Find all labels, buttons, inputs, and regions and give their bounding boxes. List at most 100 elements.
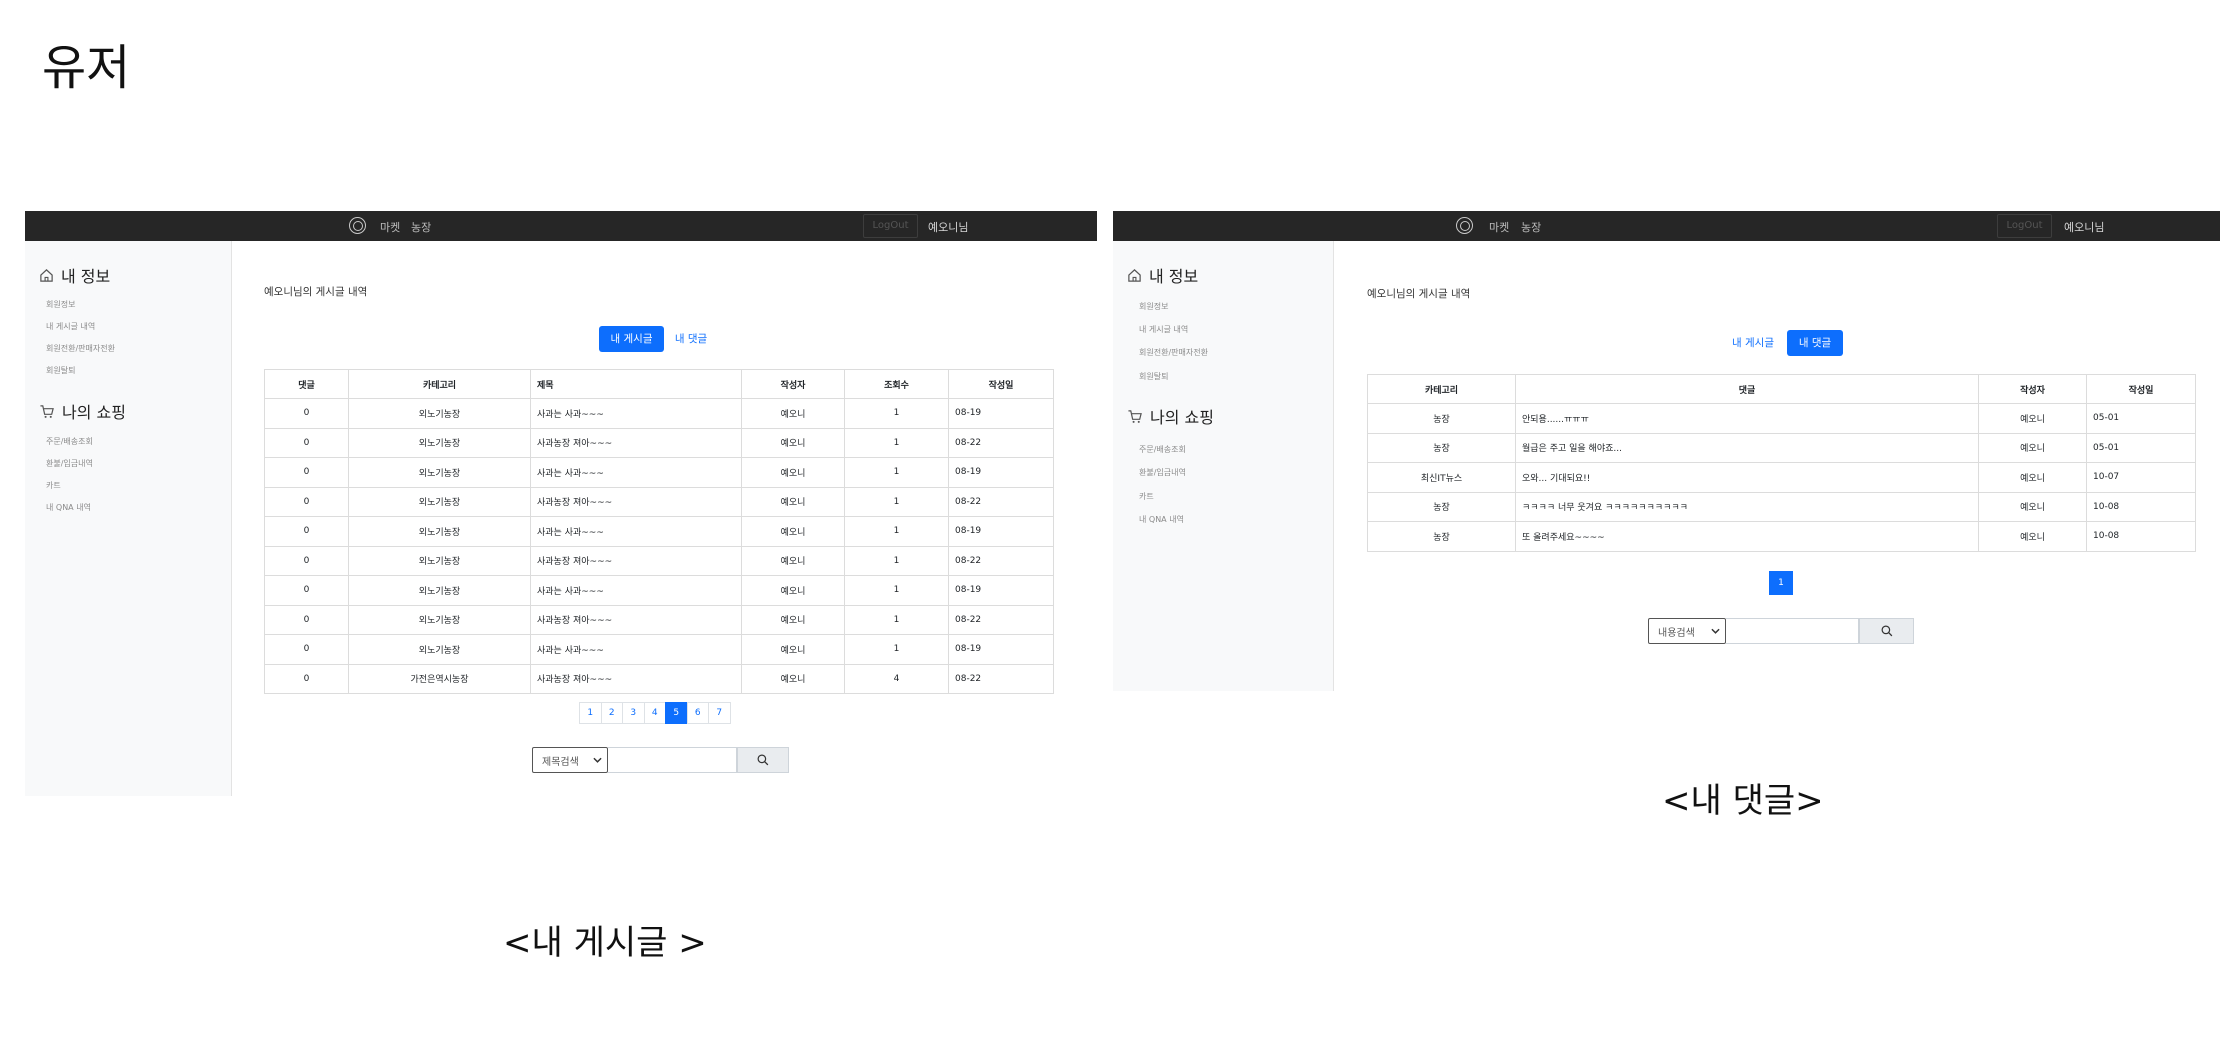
page-link-1-current[interactable]: 1 <box>1769 571 1793 595</box>
table-row[interactable]: 0 외노기농장 사과는 사과~~~ 예오니 1 08-19 <box>264 516 1054 547</box>
comment-count: 0 <box>264 457 349 488</box>
post-title-link[interactable]: 사과농장 져아~~~ <box>530 604 742 635</box>
post-title-link[interactable]: 사과는 사과~~~ <box>530 575 742 606</box>
search-input[interactable] <box>1726 618 1859 644</box>
logout-button[interactable]: LogOut <box>863 214 918 238</box>
page-link-6[interactable]: 6 <box>686 702 709 724</box>
sidebar-item-qna[interactable]: 내 QNA 내역 <box>46 502 91 513</box>
table-row[interactable]: 최신IT뉴스 오와... 기대되요!! 예오니 10-07 <box>1367 462 2196 493</box>
sidebar-item-refunds[interactable]: 환불/입금내역 <box>1139 467 1186 478</box>
aperture-icon[interactable] <box>1456 217 1473 234</box>
post-title-link[interactable]: 사과는 사과~~~ <box>530 516 742 547</box>
sidebar-item-withdraw[interactable]: 회원탈퇴 <box>46 365 75 376</box>
date-cell: 05-01 <box>2086 403 2196 434</box>
page-link-3[interactable]: 3 <box>622 702 645 724</box>
cart-icon <box>1128 409 1142 423</box>
comment-link[interactable]: 월급은 주고 일을 해야죠... <box>1515 432 1979 463</box>
sidebar-item-member-info[interactable]: 회원정보 <box>1139 301 1168 312</box>
sidebar-item-member-info[interactable]: 회원정보 <box>46 299 75 310</box>
table-row[interactable]: 농장 월급은 주고 일을 해야죠... 예오니 05-01 <box>1367 432 2196 463</box>
sidebar-item-member-switch[interactable]: 회원전환/판매자전환 <box>46 343 115 354</box>
view-count: 1 <box>844 604 949 635</box>
author-cell: 예오니 <box>1978 462 2087 493</box>
search-button[interactable] <box>737 747 789 773</box>
column-header[interactable]: 카테고리 <box>348 369 531 399</box>
logout-button[interactable]: LogOut <box>1997 214 2052 238</box>
sidebar-item-qna[interactable]: 내 QNA 내역 <box>1139 514 1184 525</box>
nav-link-market[interactable]: 마켓 <box>380 219 400 235</box>
post-title-link[interactable]: 사과농장 져아~~~ <box>530 427 742 458</box>
column-header[interactable]: 작성자 <box>741 369 845 399</box>
nav-user-name[interactable]: 예오니님 <box>2064 219 2104 235</box>
sidebar-item-refunds[interactable]: 환불/입금내역 <box>46 458 93 469</box>
sidebar-item-cart[interactable]: 카트 <box>1139 491 1154 502</box>
comment-link[interactable]: ㅋㅋㅋㅋ 너무 웃겨요 ㅋㅋㅋㅋㅋㅋㅋㅋㅋㅋ <box>1515 491 1979 522</box>
sidebar-item-orders[interactable]: 주문/배송조회 <box>1139 444 1186 455</box>
aperture-icon[interactable] <box>349 217 366 234</box>
sidebar-item-cart[interactable]: 카트 <box>46 480 61 491</box>
category-cell: 외노기농장 <box>348 398 531 429</box>
table-row[interactable]: 0 외노기농장 사과는 사과~~~ 예오니 1 08-19 <box>264 634 1054 665</box>
column-header[interactable]: 작성일 <box>2086 374 2196 404</box>
table-row[interactable]: 0 외노기농장 사과농장 져아~~~ 예오니 1 08-22 <box>264 427 1054 458</box>
sidebar-item-member-switch[interactable]: 회원전환/판매자전환 <box>1139 347 1208 358</box>
sidebar-item-orders[interactable]: 주문/배송조회 <box>46 436 93 447</box>
column-header[interactable]: 작성일 <box>948 369 1054 399</box>
table-row[interactable]: 0 가전은역시농장 사과농장 져아~~~ 예오니 4 08-22 <box>264 663 1054 694</box>
date-cell: 08-19 <box>948 516 1054 547</box>
column-header[interactable]: 조회수 <box>844 369 949 399</box>
post-title-link[interactable]: 사과는 사과~~~ <box>530 634 742 665</box>
table-row[interactable]: 농장 또 올려주세요~~~~ 예오니 10-08 <box>1367 521 2196 552</box>
sidebar-item-withdraw[interactable]: 회원탈퇴 <box>1139 371 1168 382</box>
table-row[interactable]: 0 외노기농장 사과는 사과~~~ 예오니 1 08-19 <box>264 457 1054 488</box>
search-button[interactable] <box>1859 618 1914 644</box>
date-cell: 05-01 <box>2086 432 2196 463</box>
page-link-4[interactable]: 4 <box>643 702 666 724</box>
table-row[interactable]: 0 외노기농장 사과농장 져아~~~ 예오니 1 08-22 <box>264 486 1054 517</box>
comment-link[interactable]: 또 올려주세요~~~~ <box>1515 521 1979 552</box>
tab-my-comments[interactable]: 내 댓글 <box>666 326 716 352</box>
page-link-1[interactable]: 1 <box>579 702 602 724</box>
column-header[interactable]: 작성자 <box>1978 374 2087 404</box>
nav-link-farm[interactable]: 농장 <box>1521 219 1541 235</box>
search-input[interactable] <box>608 747 737 773</box>
tab-my-comments[interactable]: 내 댓글 <box>1787 330 1843 356</box>
view-count: 4 <box>844 663 949 694</box>
column-header[interactable]: 댓글 <box>264 369 349 399</box>
page-link-7[interactable]: 7 <box>708 702 731 724</box>
column-header[interactable]: 제목 <box>530 369 742 399</box>
table-row[interactable]: 0 외노기농장 사과는 사과~~~ 예오니 1 08-19 <box>264 398 1054 429</box>
post-title-link[interactable]: 사과농장 져아~~~ <box>530 663 742 694</box>
table-row[interactable]: 0 외노기농장 사과농장 져아~~~ 예오니 1 08-22 <box>264 604 1054 635</box>
my-info-title: 내 정보 <box>1149 267 1199 286</box>
nav-user-name[interactable]: 예오니님 <box>928 219 968 235</box>
comment-link[interactable]: 오와... 기대되요!! <box>1515 462 1979 493</box>
tab-my-posts[interactable]: 내 게시글 <box>599 326 664 352</box>
post-title-link[interactable]: 사과는 사과~~~ <box>530 457 742 488</box>
nav-link-market[interactable]: 마켓 <box>1489 219 1509 235</box>
date-cell: 08-19 <box>948 634 1054 665</box>
tab-my-posts[interactable]: 내 게시글 <box>1727 330 1779 356</box>
post-title-link[interactable]: 사과는 사과~~~ <box>530 398 742 429</box>
my-shopping-title: 나의 쇼핑 <box>1150 408 1214 427</box>
table-row[interactable]: 농장 ㅋㅋㅋㅋ 너무 웃겨요 ㅋㅋㅋㅋㅋㅋㅋㅋㅋㅋ 예오니 10-08 <box>1367 491 2196 522</box>
page-link-2[interactable]: 2 <box>600 702 623 724</box>
post-title-link[interactable]: 사과농장 져아~~~ <box>530 486 742 517</box>
category-cell: 외노기농장 <box>348 604 531 635</box>
page-link-5-current[interactable]: 5 <box>665 702 688 724</box>
category-cell: 농장 <box>1367 491 1516 522</box>
comment-link[interactable]: 안되용......ㅠㅠㅠ <box>1515 403 1979 434</box>
nav-link-farm[interactable]: 농장 <box>411 219 431 235</box>
post-title-link[interactable]: 사과농장 져아~~~ <box>530 545 742 576</box>
table-row[interactable]: 농장 안되용......ㅠㅠㅠ 예오니 05-01 <box>1367 403 2196 434</box>
table-row[interactable]: 0 외노기농장 사과는 사과~~~ 예오니 1 08-19 <box>264 575 1054 606</box>
sidebar-item-my-posts[interactable]: 내 게시글 내역 <box>46 321 95 332</box>
column-header[interactable]: 카테고리 <box>1367 374 1516 404</box>
table-row[interactable]: 0 외노기농장 사과농장 져아~~~ 예오니 1 08-22 <box>264 545 1054 576</box>
category-cell: 가전은역시농장 <box>348 663 531 694</box>
sidebar-item-my-posts[interactable]: 내 게시글 내역 <box>1139 324 1188 335</box>
column-header[interactable]: 댓글 <box>1515 374 1979 404</box>
comment-count: 0 <box>264 545 349 576</box>
search-type-select[interactable]: 제목검색 <box>532 747 608 773</box>
search-type-select[interactable]: 내용검색 <box>1648 618 1726 644</box>
